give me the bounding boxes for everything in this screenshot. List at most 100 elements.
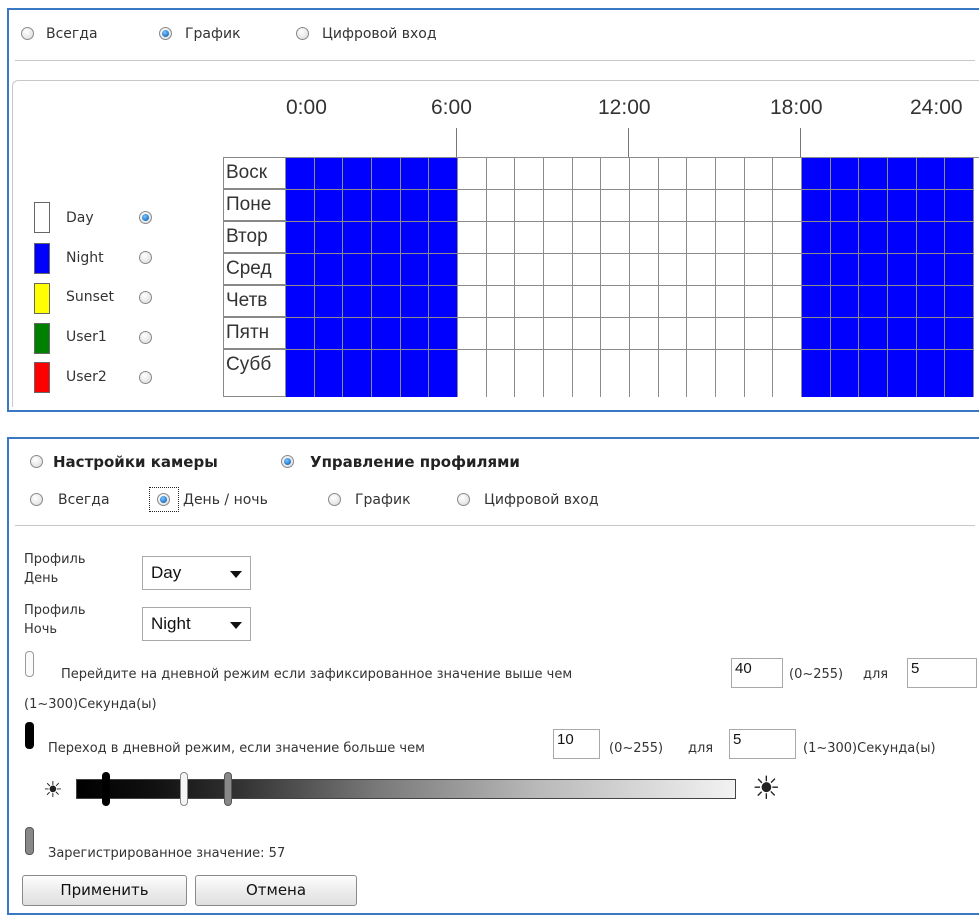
- schedule-cell[interactable]: [343, 350, 372, 397]
- schedule-cell[interactable]: [372, 158, 401, 190]
- schedule-cell[interactable]: [802, 318, 831, 350]
- schedule-cell[interactable]: [802, 254, 831, 286]
- schedule-cell[interactable]: [716, 318, 745, 350]
- schedule-cell[interactable]: [859, 222, 889, 254]
- schedule-cell[interactable]: [458, 318, 487, 350]
- pm-mode-always-radio[interactable]: [30, 493, 43, 506]
- schedule-cell[interactable]: [630, 190, 659, 222]
- schedule-cell[interactable]: [687, 222, 717, 254]
- schedule-cell[interactable]: [314, 254, 344, 286]
- schedule-cell[interactable]: [286, 190, 315, 222]
- schedule-cell[interactable]: [286, 318, 315, 350]
- profile-management-radio[interactable]: [281, 455, 294, 468]
- schedule-cell[interactable]: [773, 190, 803, 222]
- schedule-cell[interactable]: [744, 222, 774, 254]
- schedule-cell[interactable]: [658, 254, 688, 286]
- legend-user1-radio[interactable]: [139, 331, 152, 344]
- legend-user2-radio[interactable]: [139, 371, 152, 384]
- schedule-cell[interactable]: [458, 158, 487, 190]
- schedule-cell[interactable]: [601, 350, 631, 397]
- schedule-cell[interactable]: [486, 190, 516, 222]
- profile-night-select[interactable]: Night: [142, 607, 251, 641]
- schedule-cell[interactable]: [314, 286, 344, 318]
- schedule-cell[interactable]: [400, 350, 430, 397]
- schedule-cell[interactable]: [572, 222, 602, 254]
- schedule-cell[interactable]: [343, 222, 372, 254]
- rule-night-seconds-input[interactable]: 5: [729, 729, 796, 759]
- rule-day-seconds-input[interactable]: 5: [907, 658, 977, 688]
- schedule-cell[interactable]: [687, 350, 717, 397]
- schedule-cell[interactable]: [372, 190, 401, 222]
- schedule-cell[interactable]: [515, 286, 545, 318]
- schedule-cell[interactable]: [773, 254, 803, 286]
- schedule-cell[interactable]: [400, 190, 430, 222]
- schedule-cell[interactable]: [400, 222, 430, 254]
- legend-night-radio[interactable]: [139, 251, 152, 264]
- schedule-cell[interactable]: [658, 318, 688, 350]
- schedule-cell[interactable]: [716, 190, 745, 222]
- schedule-cell[interactable]: [630, 350, 659, 397]
- schedule-cell[interactable]: [314, 318, 344, 350]
- schedule-cell[interactable]: [859, 286, 889, 318]
- schedule-cell[interactable]: [372, 318, 401, 350]
- day-threshold-handle[interactable]: [179, 772, 188, 806]
- schedule-cell[interactable]: [429, 222, 458, 254]
- schedule-cell[interactable]: [486, 350, 516, 397]
- schedule-cell[interactable]: [458, 286, 487, 318]
- schedule-cell[interactable]: [888, 350, 917, 397]
- schedule-cell[interactable]: [572, 350, 602, 397]
- schedule-cell[interactable]: [716, 286, 745, 318]
- schedule-cell[interactable]: [888, 222, 917, 254]
- apply-button[interactable]: Применить: [22, 875, 187, 906]
- schedule-cell[interactable]: [343, 318, 372, 350]
- schedule-cell[interactable]: [372, 222, 401, 254]
- schedule-cell[interactable]: [888, 318, 917, 350]
- schedule-cell[interactable]: [343, 190, 372, 222]
- schedule-cell[interactable]: [429, 318, 458, 350]
- schedule-cell[interactable]: [400, 318, 430, 350]
- schedule-cell[interactable]: [286, 286, 315, 318]
- schedule-cell[interactable]: [486, 318, 516, 350]
- pm-mode-digital-input-radio[interactable]: [457, 493, 470, 506]
- schedule-cell[interactable]: [515, 350, 545, 397]
- schedule-cell[interactable]: [658, 190, 688, 222]
- schedule-cell[interactable]: [888, 286, 917, 318]
- schedule-cell[interactable]: [515, 318, 545, 350]
- schedule-cell[interactable]: [572, 190, 602, 222]
- schedule-cell[interactable]: [314, 158, 344, 190]
- schedule-cell[interactable]: [687, 318, 717, 350]
- schedule-cell[interactable]: [429, 286, 458, 318]
- schedule-cell[interactable]: [630, 254, 659, 286]
- schedule-cell[interactable]: [916, 158, 946, 190]
- schedule-cell[interactable]: [400, 254, 430, 286]
- schedule-cell[interactable]: [286, 350, 315, 397]
- schedule-cell[interactable]: [544, 254, 573, 286]
- schedule-cell[interactable]: [773, 350, 803, 397]
- schedule-cell[interactable]: [916, 286, 946, 318]
- schedule-cell[interactable]: [945, 222, 975, 254]
- schedule-cell[interactable]: [544, 158, 573, 190]
- schedule-cell[interactable]: [716, 350, 745, 397]
- schedule-cell[interactable]: [630, 158, 659, 190]
- schedule-cell[interactable]: [630, 286, 659, 318]
- schedule-cell[interactable]: [888, 254, 917, 286]
- schedule-cell[interactable]: [916, 222, 946, 254]
- profile-day-select[interactable]: Day: [142, 556, 251, 590]
- schedule-cell[interactable]: [429, 158, 458, 190]
- schedule-cell[interactable]: [859, 254, 889, 286]
- schedule-cell[interactable]: [687, 158, 717, 190]
- schedule-cell[interactable]: [658, 158, 688, 190]
- camera-settings-radio[interactable]: [30, 455, 43, 468]
- schedule-cell[interactable]: [544, 190, 573, 222]
- schedule-cell[interactable]: [458, 222, 487, 254]
- schedule-cell[interactable]: [744, 190, 774, 222]
- schedule-cell[interactable]: [945, 158, 975, 190]
- schedule-cell[interactable]: [773, 158, 803, 190]
- schedule-cell[interactable]: [945, 254, 975, 286]
- schedule-cell[interactable]: [429, 254, 458, 286]
- schedule-cell[interactable]: [830, 350, 860, 397]
- rule-night-threshold-input[interactable]: 10: [553, 729, 600, 759]
- legend-sunset-radio[interactable]: [139, 291, 152, 304]
- schedule-cell[interactable]: [916, 318, 946, 350]
- schedule-cell[interactable]: [945, 190, 975, 222]
